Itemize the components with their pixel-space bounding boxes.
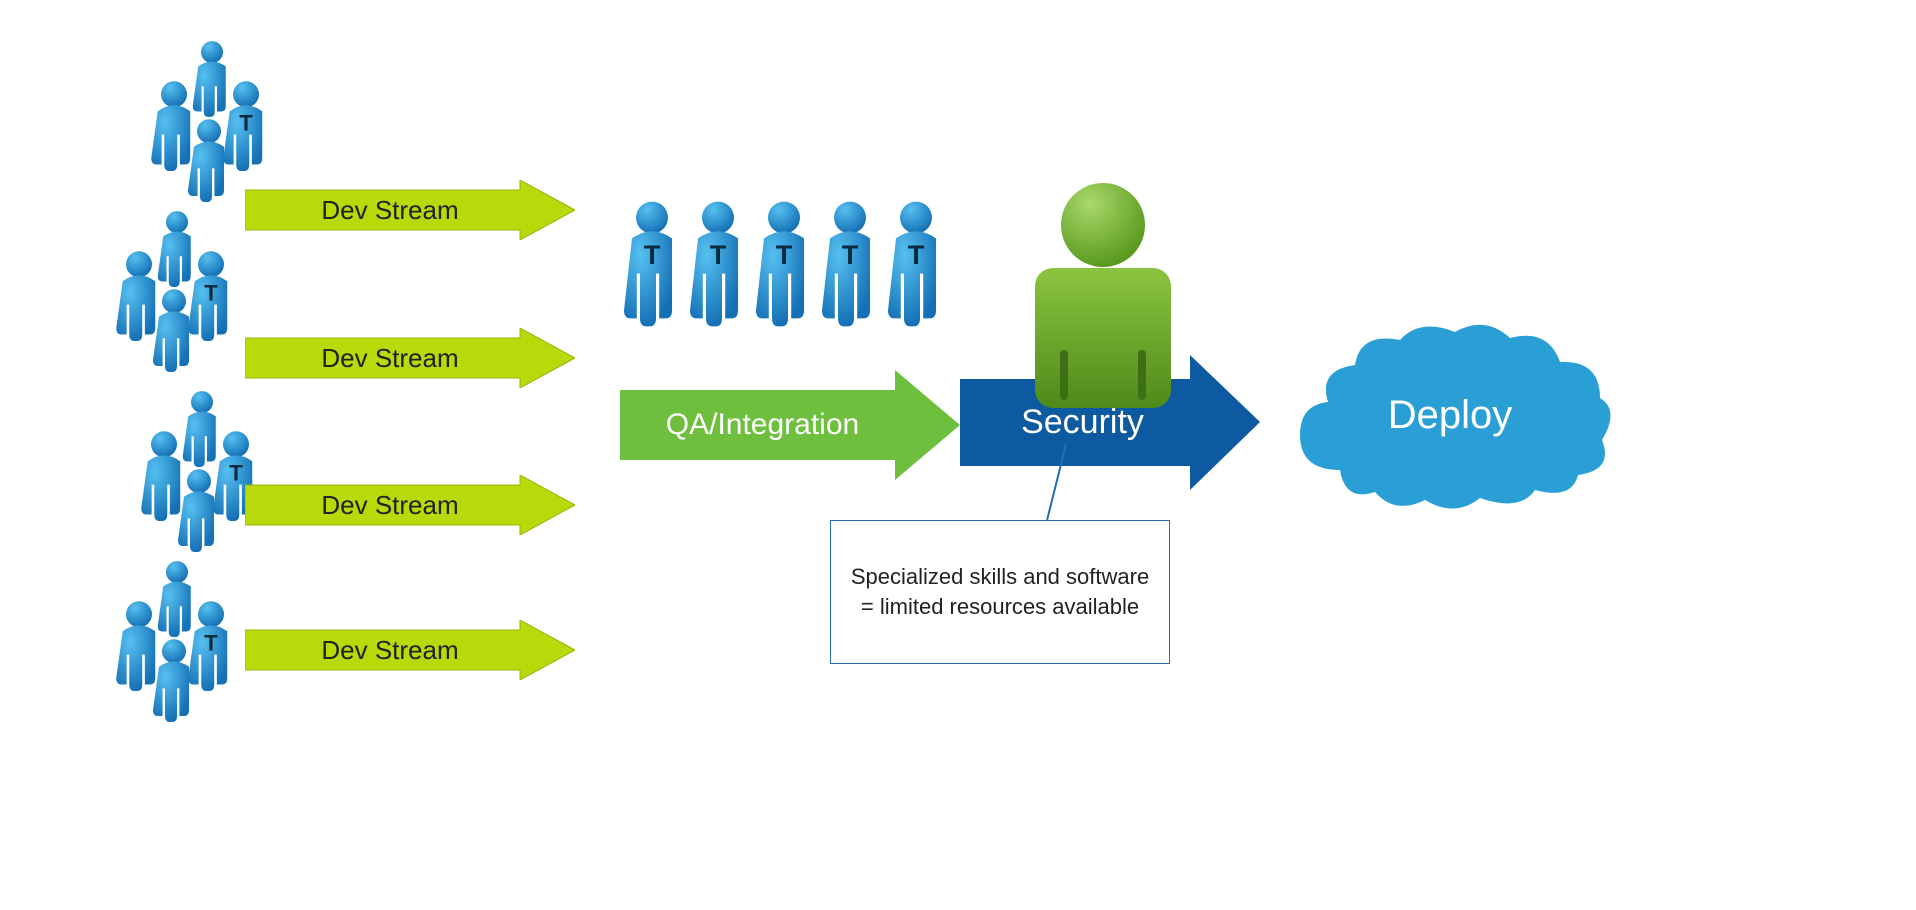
- dev-stream-arrow-4: Dev Stream: [245, 620, 575, 680]
- dev-stream-arrow-1: Dev Stream: [245, 180, 575, 240]
- deploy-cloud: Deploy: [1280, 310, 1620, 520]
- svg-text:T: T: [776, 239, 793, 270]
- svg-text:T: T: [229, 461, 243, 486]
- svg-text:T: T: [204, 281, 218, 306]
- qa-integration-label: QA/Integration: [620, 370, 905, 480]
- qa-integration-arrow: QA/Integration: [620, 370, 960, 480]
- callout-box: Specialized skills and software = limite…: [830, 520, 1170, 664]
- pipeline-diagram: T T T T D: [0, 0, 1916, 910]
- dev-team-2: T: [95, 210, 255, 390]
- callout-text: Specialized skills and software = limite…: [845, 562, 1155, 621]
- dev-stream-label: Dev Stream: [245, 475, 535, 535]
- svg-text:T: T: [204, 631, 218, 656]
- dev-stream-label: Dev Stream: [245, 180, 535, 240]
- qa-testers: T T T T T: [620, 200, 950, 360]
- svg-text:T: T: [644, 239, 661, 270]
- dev-stream-arrow-2: Dev Stream: [245, 328, 575, 388]
- dev-stream-label: Dev Stream: [245, 328, 535, 388]
- svg-text:T: T: [239, 111, 253, 136]
- deploy-label: Deploy: [1280, 310, 1620, 520]
- dev-stream-arrow-3: Dev Stream: [245, 475, 575, 535]
- svg-text:T: T: [842, 239, 859, 270]
- dev-team-4: T: [95, 560, 255, 740]
- dev-stream-label: Dev Stream: [245, 620, 535, 680]
- security-person-icon: [1000, 180, 1200, 430]
- svg-text:T: T: [908, 239, 925, 270]
- svg-text:T: T: [710, 239, 727, 270]
